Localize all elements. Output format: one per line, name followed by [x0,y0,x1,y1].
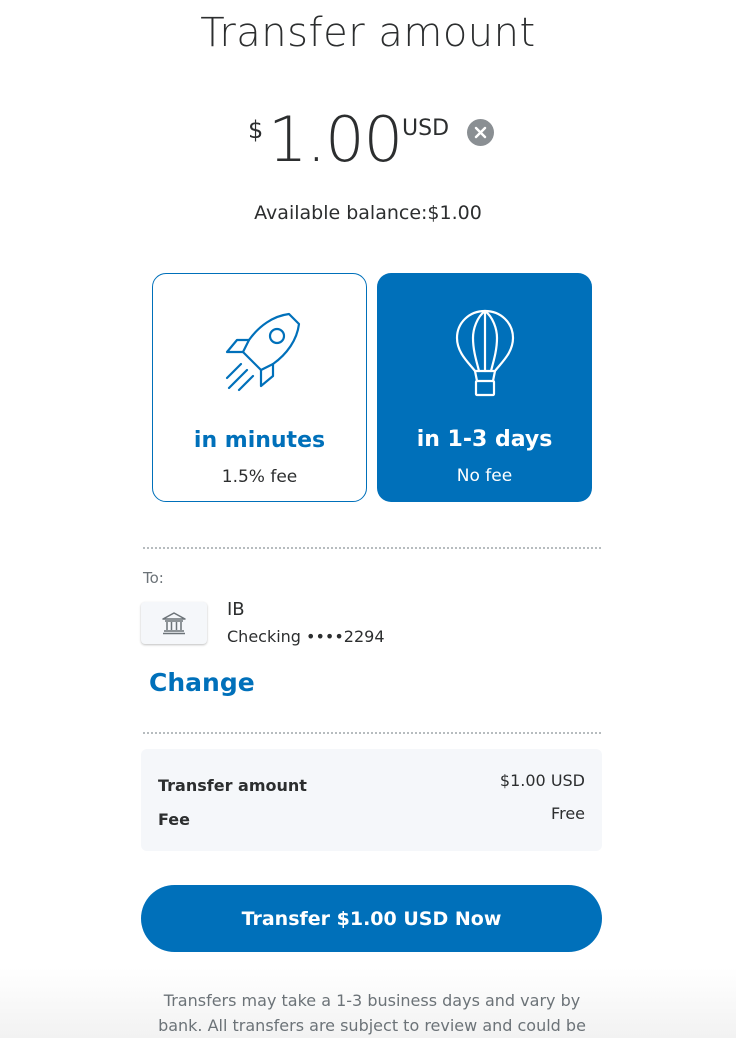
clear-amount-button[interactable] [467,119,494,146]
summary-value: Free [551,804,585,823]
divider [143,732,601,734]
speed-option-title: in minutes [193,428,326,453]
bank-account-number: Checking ••••2294 [227,627,385,646]
disclaimer-line: Transfers may take a 1-3 business days a… [163,991,581,1010]
speed-option-fee: No fee [456,466,513,486]
speed-option-in-1-3-days[interactable]: in 1-3 days No fee [377,273,592,502]
divider [143,547,601,549]
bank-account-tile [141,602,207,644]
summary-value: $1.00 USD [499,771,585,790]
amount-value[interactable]: 1.00 [268,102,403,178]
transfer-summary: Transfer amount $1.00 USD Fee Free [141,749,602,851]
summary-label: Fee [158,810,190,829]
summary-label: Transfer amount [158,776,307,795]
page-title: Transfer amount [200,10,536,56]
change-account-link[interactable]: Change [149,668,255,697]
speed-option-fee: 1.5% fee [221,467,298,487]
bank-name: IB [227,599,245,620]
rocket-icon [225,312,300,392]
close-circle-icon [474,126,487,139]
transfer-now-button[interactable]: Transfer $1.00 USD Now [141,885,602,952]
available-balance: Available balance:$1.00 [254,202,482,224]
bank-icon [162,612,186,635]
speed-option-in-minutes[interactable]: in minutes 1.5% fee [152,273,367,502]
currency-symbol: $ [248,116,264,144]
amount-display[interactable]: $ 1.00 USD [0,102,736,182]
disclaimer-text: Transfers may take a 1-3 business days a… [130,988,614,1038]
currency-code: USD [402,116,450,141]
disclaimer-line: bank. All transfers are subject to revie… [158,1016,586,1035]
hot-air-balloon-icon [455,309,514,397]
speed-option-title: in 1-3 days [416,427,553,452]
to-label: To: [143,569,164,587]
